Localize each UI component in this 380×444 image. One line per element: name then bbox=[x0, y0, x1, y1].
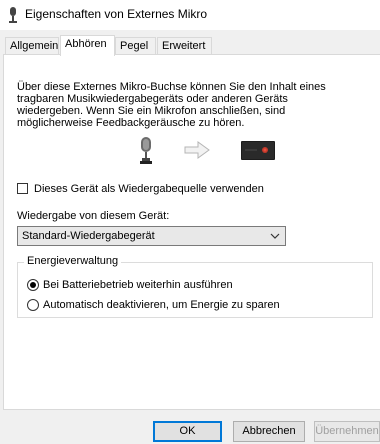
microphone-icon bbox=[9, 7, 17, 23]
listen-checkbox[interactable] bbox=[17, 183, 28, 194]
title-bar: Eigenschaften von Externes Mikro bbox=[0, 0, 380, 30]
tab-erweitert[interactable]: Erweitert bbox=[157, 37, 212, 54]
playback-select-value: Standard-Wiedergabegerät bbox=[22, 230, 155, 242]
power-group-title: Energieverwaltung bbox=[24, 255, 122, 267]
arrow-right-icon bbox=[184, 141, 210, 159]
playback-device-icon bbox=[241, 141, 275, 160]
apply-button[interactable]: Übernehmen bbox=[314, 421, 380, 442]
radio-button[interactable] bbox=[27, 299, 39, 311]
playback-device-select[interactable]: Standard-Wiedergabegerät bbox=[17, 226, 286, 246]
tab-abhoeren[interactable]: Abhören bbox=[60, 35, 115, 56]
description-line: wiedergeben. Wenn Sie ein Mikrofon ansch… bbox=[17, 105, 286, 117]
tab-pegel[interactable]: Pegel bbox=[115, 37, 156, 54]
description-line: tragbaren Musikwiedergabegeräts oder and… bbox=[17, 93, 288, 105]
radio-button[interactable] bbox=[27, 279, 39, 291]
radio-label[interactable]: Bei Batteriebetrieb weiterhin ausführen bbox=[43, 279, 233, 291]
description-text: Über diese Externes Mikro-Buchse können … bbox=[17, 81, 367, 129]
listen-checkbox-label[interactable]: Dieses Gerät als Wiedergabequelle verwen… bbox=[34, 183, 264, 195]
tab-strip: Allgemein Abhören Pegel Erweitert bbox=[0, 35, 380, 56]
tab-allgemein[interactable]: Allgemein bbox=[5, 37, 59, 54]
cancel-button[interactable]: Abbrechen bbox=[233, 421, 305, 442]
window-title: Eigenschaften von Externes Mikro bbox=[25, 7, 208, 21]
microphone-icon bbox=[140, 137, 152, 164]
description-line: Über diese Externes Mikro-Buchse können … bbox=[17, 81, 326, 93]
radio-label[interactable]: Automatisch deaktivieren, um Energie zu … bbox=[43, 299, 280, 311]
playback-label: Wiedergabe von diesem Gerät: bbox=[17, 210, 170, 222]
ok-button[interactable]: OK bbox=[153, 421, 222, 442]
description-line: möglicherweise Feedbackgeräusche zu höre… bbox=[17, 117, 245, 129]
chevron-down-icon bbox=[270, 233, 280, 239]
